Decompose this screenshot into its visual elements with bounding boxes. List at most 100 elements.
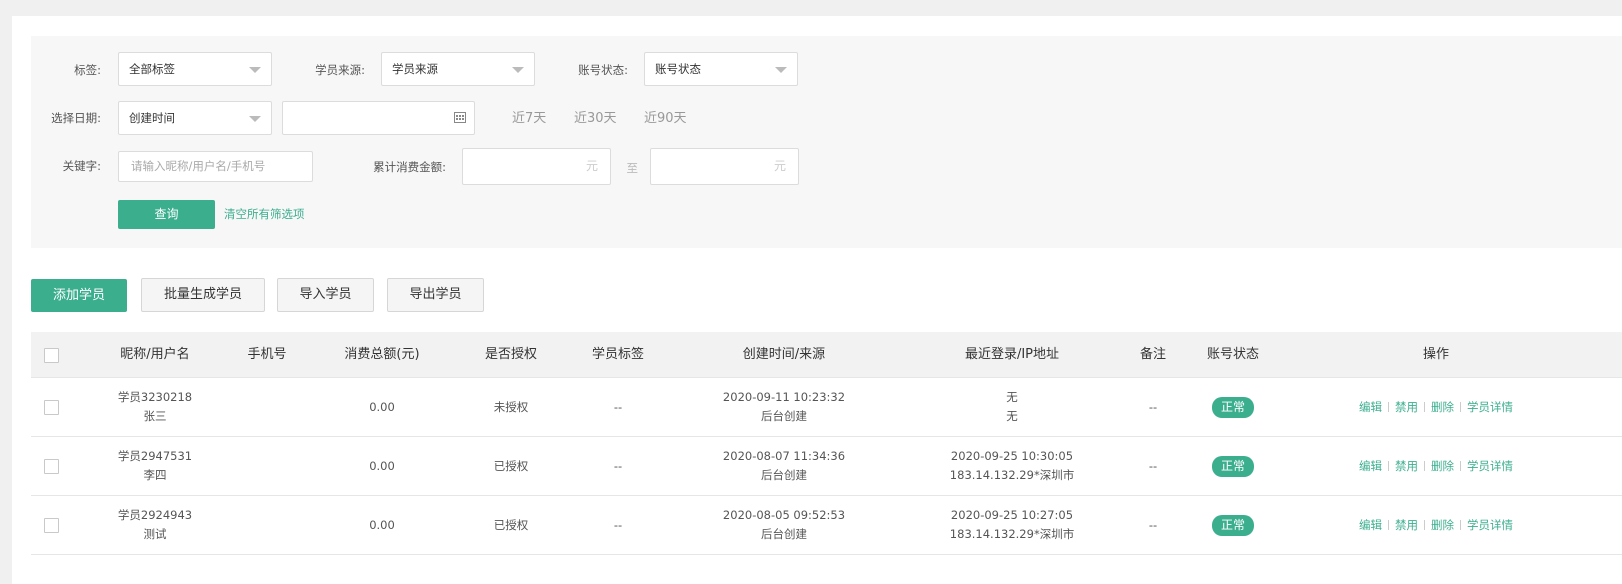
login-time: 无 — [1006, 390, 1018, 404]
header-name: 昵称/用户名 — [120, 347, 190, 362]
cell-status: 正常 — [1211, 437, 1255, 495]
login-time: 2020-09-25 10:27:05 — [950, 508, 1074, 522]
nickname: 学员2947531 — [117, 449, 193, 463]
batch-generate-button[interactable]: 批量生成学员 — [141, 278, 265, 312]
username: 张三 — [143, 409, 167, 423]
quick-90-days[interactable]: 近90天 — [644, 109, 687, 129]
chevron-down-icon — [775, 67, 787, 73]
clear-filters-link[interactable]: 清空所有筛选项 — [224, 206, 305, 222]
edit-link[interactable]: 编辑 — [1359, 398, 1382, 417]
row-checkbox[interactable] — [44, 400, 59, 415]
row-actions: 编辑 禁用 删除 学员详情 — [1359, 516, 1513, 535]
amount-to-label: 至 — [626, 161, 639, 175]
delete-link[interactable]: 删除 — [1431, 398, 1454, 417]
login-ip: 183.14.132.29*深圳市 — [949, 527, 1075, 541]
divider — [1424, 461, 1425, 471]
status-badge: 正常 — [1211, 455, 1255, 477]
status-filter-label: 账号状态: — [578, 63, 628, 77]
select-all-checkbox[interactable] — [44, 348, 59, 363]
auth-status: 已授权 — [493, 458, 529, 473]
row-checkbox[interactable] — [44, 459, 59, 474]
created-time: 2020-09-11 10:23:32 — [722, 390, 846, 404]
status-select-value: 账号状态 — [655, 62, 701, 76]
header-auth: 是否授权 — [484, 347, 538, 362]
cell-login: 2020-09-25 10:27:05 183.14.132.29*深圳市 — [950, 496, 1074, 554]
date-range-input[interactable] — [282, 101, 475, 135]
created-time: 2020-08-07 11:34:36 — [722, 449, 846, 463]
filter-panel: 标签: 全部标签 学员来源: 学员来源 账号状态: 账号状态 选择日期: 创建时… — [31, 36, 1622, 248]
login-ip: 183.14.132.29*深圳市 — [949, 468, 1075, 482]
amount-max-input[interactable]: 元 — [650, 148, 799, 185]
import-students-button[interactable]: 导入学员 — [277, 278, 374, 312]
delete-link[interactable]: 删除 — [1431, 457, 1454, 476]
query-button[interactable]: 查询 — [118, 200, 215, 229]
row-checkbox[interactable] — [44, 518, 59, 533]
cell-ops: 编辑 禁用 删除 学员详情 — [1359, 437, 1513, 495]
detail-link[interactable]: 学员详情 — [1467, 516, 1513, 535]
status-badge: 正常 — [1211, 514, 1255, 536]
cell-created: 2020-08-05 09:52:53 后台创建 — [723, 496, 845, 554]
source-filter-label: 学员来源: — [315, 63, 365, 77]
divider — [1460, 461, 1461, 471]
cell-login: 无 无 — [1006, 378, 1018, 436]
detail-link[interactable]: 学员详情 — [1467, 398, 1513, 417]
student-tag: -- — [613, 517, 623, 532]
delete-link[interactable]: 删除 — [1431, 516, 1454, 535]
header-tag: 学员标签 — [591, 347, 645, 362]
chevron-down-icon — [512, 67, 524, 73]
cell-remark: -- — [1149, 496, 1157, 554]
nickname: 学员2924943 — [117, 508, 193, 522]
auth-status: 已授权 — [493, 517, 529, 532]
cell-login: 2020-09-25 10:30:05 183.14.132.29*深圳市 — [950, 437, 1074, 495]
disable-link[interactable]: 禁用 — [1395, 398, 1418, 417]
amount-filter-label: 累计消费金额: — [373, 160, 446, 174]
quick-7-days[interactable]: 近7天 — [512, 109, 546, 129]
source-select[interactable]: 学员来源 — [381, 52, 535, 86]
table-row: 学员2947531 李四 0.00 已授权 -- 2020-08-07 11:3… — [31, 437, 1622, 496]
chevron-down-icon — [249, 67, 261, 73]
table-row: 学员3230218 张三 0.00 未授权 -- 2020-09-11 10:2… — [31, 378, 1622, 437]
divider — [1424, 520, 1425, 530]
cell-created: 2020-09-11 10:23:32 后台创建 — [723, 378, 845, 436]
header-amount: 消费总额(元) — [344, 347, 420, 362]
keyword-placeholder: 请输入昵称/用户名/手机号 — [131, 159, 266, 173]
status-badge: 正常 — [1211, 396, 1255, 418]
tag-select[interactable]: 全部标签 — [118, 52, 272, 86]
add-student-button[interactable]: 添加学员 — [31, 279, 127, 312]
date-type-select[interactable]: 创建时间 — [118, 101, 272, 135]
table-header: 昵称/用户名 手机号 消费总额(元) 是否授权 学员标签 创建时间/来源 最近登… — [31, 332, 1622, 378]
disable-link[interactable]: 禁用 — [1395, 457, 1418, 476]
edit-link[interactable]: 编辑 — [1359, 457, 1382, 476]
quick-30-days[interactable]: 近30天 — [574, 109, 617, 129]
edit-link[interactable]: 编辑 — [1359, 516, 1382, 535]
detail-link[interactable]: 学员详情 — [1467, 457, 1513, 476]
created-source: 后台创建 — [760, 527, 807, 541]
created-source: 后台创建 — [760, 409, 807, 423]
cell-name: 学员2924943 测试 — [118, 496, 192, 554]
cell-name: 学员3230218 张三 — [118, 378, 192, 436]
tag-select-value: 全部标签 — [129, 62, 175, 76]
username: 测试 — [143, 527, 167, 541]
tag-filter-label: 标签: — [74, 63, 101, 77]
amount-min-unit: 元 — [585, 159, 598, 173]
cell-name: 学员2947531 李四 — [118, 437, 192, 495]
login-ip: 无 — [1006, 409, 1018, 423]
divider — [1424, 402, 1425, 412]
amount: 0.00 — [369, 399, 395, 414]
main-card: 标签: 全部标签 学员来源: 学员来源 账号状态: 账号状态 选择日期: 创建时… — [12, 16, 1622, 584]
export-students-button[interactable]: 导出学员 — [387, 278, 484, 312]
amount: 0.00 — [369, 458, 395, 473]
date-type-select-value: 创建时间 — [129, 111, 175, 125]
amount-min-input[interactable]: 元 — [462, 148, 611, 185]
cell-status: 正常 — [1211, 378, 1255, 436]
auth-status: 未授权 — [493, 399, 529, 414]
divider — [1388, 520, 1389, 530]
status-select[interactable]: 账号状态 — [644, 52, 798, 86]
amount-max-unit: 元 — [773, 159, 786, 173]
keyword-filter-label: 关键字: — [62, 159, 101, 173]
disable-link[interactable]: 禁用 — [1395, 516, 1418, 535]
cell-remark: -- — [1149, 378, 1157, 436]
header-status: 账号状态 — [1206, 347, 1260, 362]
cell-ops: 编辑 禁用 删除 学员详情 — [1359, 378, 1513, 436]
keyword-input[interactable]: 请输入昵称/用户名/手机号 — [118, 151, 313, 182]
